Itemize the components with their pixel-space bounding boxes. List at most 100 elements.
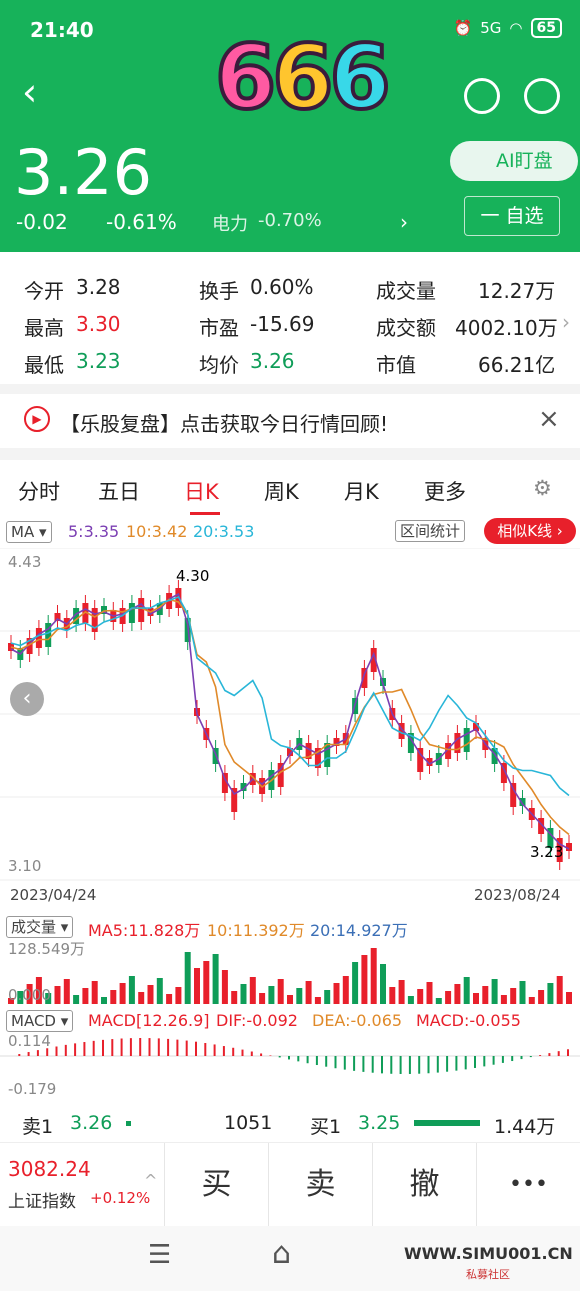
volume-bar xyxy=(352,962,359,1004)
mcap-value: 66.21亿 xyxy=(478,353,556,377)
price-change: -0.02 xyxy=(16,210,68,234)
stock-detail-screen: 21:40 ⏰ 5G ◠ 65 ‹ 666 3.26 -0.02 -0.61% … xyxy=(0,0,580,1291)
play-icon: ▶ xyxy=(24,406,50,432)
volume-selector[interactable]: 成交量 ▾ xyxy=(6,916,74,938)
add-favorite-button[interactable]: 一 自选 xyxy=(464,196,560,236)
scroll-left-button[interactable]: ‹ xyxy=(10,682,44,716)
review-banner[interactable]: ▶ 【乐股复盘】点击获取今日行情回顾! × xyxy=(0,396,580,446)
tab-more[interactable]: 更多 xyxy=(424,476,466,506)
volume-bar xyxy=(63,979,70,1004)
pe-label: 市盈 xyxy=(199,316,239,340)
vol-ma10-legend: 10:11.392万 xyxy=(207,921,305,940)
ma20-legend: 20:3.53 xyxy=(193,522,255,541)
order-book-bar: 卖1 3.26 1051 买1 3.25 1.44万 xyxy=(0,1104,580,1142)
search-icon[interactable] xyxy=(524,78,560,114)
volume-bar xyxy=(249,977,256,1004)
tab-monthly-k[interactable]: 月K xyxy=(344,476,379,506)
volume-bar xyxy=(370,948,377,1004)
sell1-label: 卖1 xyxy=(22,1116,54,1138)
close-icon[interactable]: × xyxy=(538,404,560,434)
volume-bar xyxy=(473,993,479,1004)
candle-body xyxy=(35,628,42,648)
volume-bar xyxy=(500,995,507,1004)
index-name: 上证指数 xyxy=(8,1192,76,1212)
volume-bar xyxy=(82,988,89,1004)
volume-bar xyxy=(333,983,340,1004)
current-price: 3.26 xyxy=(14,136,153,209)
expand-chevron-icon[interactable]: › xyxy=(562,310,570,334)
volume-bar xyxy=(296,988,303,1004)
tab-daily-k[interactable]: 日K xyxy=(184,476,219,506)
open-label: 今开 xyxy=(24,279,64,303)
sell-button[interactable]: 卖 xyxy=(268,1143,372,1227)
volume-bar xyxy=(156,978,163,1004)
alarm-icon: ⏰ xyxy=(453,19,473,37)
wifi-icon: ◠ xyxy=(509,19,523,37)
high-value: 3.30 xyxy=(76,312,121,336)
macd-value: MACD:-0.055 xyxy=(416,1011,521,1030)
date-end: 2023/08/24 xyxy=(474,886,561,904)
volume-bar xyxy=(538,990,545,1004)
macd-selector[interactable]: MACD ▾ xyxy=(6,1010,74,1032)
volume-chart xyxy=(8,948,572,1004)
volume-bar xyxy=(119,983,126,1004)
turnover-label: 换手 xyxy=(199,279,239,303)
volume-bar xyxy=(566,992,572,1004)
volume-label: 成交量 xyxy=(376,279,436,303)
macd-dif: DIF:-0.092 xyxy=(216,1011,298,1030)
volume-bar xyxy=(175,987,182,1004)
sector-pct[interactable]: -0.70% xyxy=(258,210,322,231)
sector-name[interactable]: 电力 xyxy=(212,210,248,236)
volume-bar xyxy=(73,995,80,1004)
home-icon[interactable]: ⌂ xyxy=(272,1236,291,1271)
volume-bar xyxy=(380,964,386,1004)
refresh-icon[interactable] xyxy=(464,78,500,114)
y-axis-top: 4.43 xyxy=(8,553,42,571)
back-button[interactable]: ‹ xyxy=(22,72,52,112)
kline-chart[interactable] xyxy=(0,548,580,882)
candle-body xyxy=(463,728,470,752)
system-nav-bar: ☰ ⌂ WWW.SIMU001.CN 私募社区 xyxy=(0,1226,580,1291)
header-panel: 21:40 ⏰ 5G ◠ 65 ‹ 666 3.26 -0.02 -0.61% … xyxy=(0,0,580,252)
tab-intraday[interactable]: 分时 xyxy=(18,476,60,506)
menu-icon[interactable]: ☰ xyxy=(148,1240,171,1270)
chevron-right-icon[interactable]: › xyxy=(400,210,408,234)
ma-selector[interactable]: MA ▾ xyxy=(6,521,52,543)
volume-bar xyxy=(528,997,535,1004)
period-tabs: 分时 五日 日K 周K 月K 更多 ⚙ xyxy=(0,462,580,518)
volume-bar xyxy=(287,995,293,1004)
volume-bar xyxy=(482,986,489,1004)
volume-bar xyxy=(101,997,107,1004)
active-tab-indicator xyxy=(190,512,220,515)
volume-bar xyxy=(128,976,135,1004)
buy1-volume: 1.44万 xyxy=(494,1116,556,1138)
volume-bar xyxy=(268,986,275,1004)
battery-indicator: 65 xyxy=(530,18,562,38)
watermark-site: WWW.SIMU001.CN xyxy=(404,1244,573,1263)
bottom-action-bar: 3082.24 上证指数 +0.12% ^ 买 卖 撤 ••• xyxy=(0,1142,580,1227)
ai-watch-button[interactable]: AI盯盘 xyxy=(450,141,578,181)
macd-chart xyxy=(0,1038,580,1074)
vol-y-bottom: 0.000 xyxy=(8,986,51,1004)
logo-666: 666 xyxy=(213,24,393,131)
divider xyxy=(0,448,580,460)
index-ticker[interactable]: 3082.24 上证指数 +0.12% ^ xyxy=(0,1143,164,1227)
range-stats-button[interactable]: 区间统计 xyxy=(395,520,466,542)
gear-icon[interactable]: ⚙ xyxy=(533,476,552,500)
macd-y-bottom: -0.179 xyxy=(8,1080,57,1098)
cancel-order-button[interactable]: 撤 xyxy=(372,1143,476,1227)
tab-five-day[interactable]: 五日 xyxy=(98,476,140,506)
sell1-bar xyxy=(126,1121,131,1126)
volume-bar xyxy=(510,988,517,1004)
volume-bar xyxy=(231,991,238,1004)
volume-bar xyxy=(389,987,396,1004)
more-button[interactable]: ••• xyxy=(476,1143,580,1227)
turnover-value: 0.60% xyxy=(250,275,314,299)
tab-weekly-k[interactable]: 周K xyxy=(264,476,299,506)
volume-bar xyxy=(147,985,154,1004)
volume-bar xyxy=(138,992,145,1004)
candle-body xyxy=(128,603,135,623)
similar-k-button[interactable]: 相似K线 › xyxy=(484,518,576,544)
volume-bar xyxy=(324,990,331,1004)
buy-button[interactable]: 买 xyxy=(164,1143,268,1227)
